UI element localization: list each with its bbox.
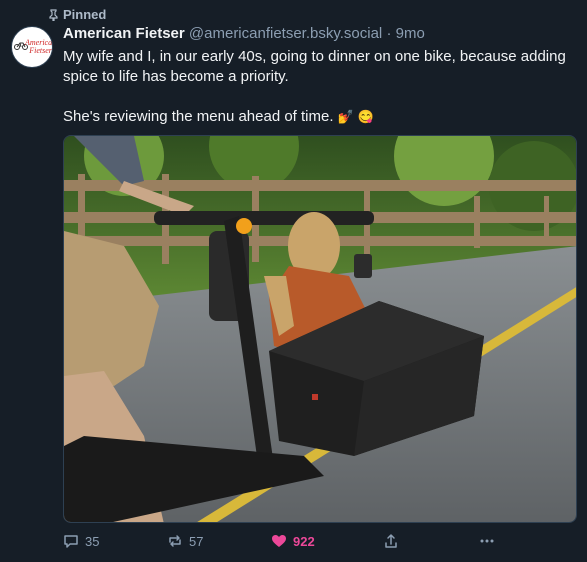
more-options-button[interactable]: [479, 533, 501, 549]
heart-icon: [272, 535, 286, 547]
nail-polish-emoji: 💅: [337, 109, 354, 124]
share-icon: [385, 534, 397, 548]
pinned-indicator: Pinned: [48, 7, 106, 22]
reply-count: 35: [85, 533, 100, 549]
post-actions: 35 57 922: [63, 533, 503, 553]
post-text: My wife and I, in our early 40s, going t…: [63, 47, 573, 127]
post-image[interactable]: [63, 135, 577, 523]
repost-icon: [169, 535, 181, 547]
post-paragraph-text: She's reviewing the menu ahead of time.: [63, 108, 334, 125]
avatar-logo-text: American Fietser: [25, 38, 53, 55]
share-button[interactable]: [383, 533, 405, 549]
reply-icon: [64, 535, 78, 548]
post-paragraph: My wife and I, in our early 40s, going t…: [63, 48, 566, 85]
post-paragraph: She's reviewing the menu ahead of time. 💅…: [63, 107, 573, 127]
reply-button[interactable]: 35: [63, 533, 99, 549]
yum-face-emoji: 😋: [357, 109, 374, 124]
photo-cargo-bike: [64, 136, 576, 522]
author-display-name[interactable]: American Fietser: [63, 25, 185, 42]
avatar[interactable]: American Fietser: [11, 26, 53, 68]
pin-icon: [49, 8, 58, 21]
repost-count: 57: [189, 533, 204, 549]
repost-button[interactable]: 57: [167, 533, 203, 549]
ellipsis-icon: [480, 539, 494, 543]
like-count: 922: [293, 533, 315, 549]
post-header: American Fietser @americanfietser.bsky.s…: [63, 25, 425, 42]
author-handle[interactable]: @americanfietser.bsky.social: [189, 25, 382, 42]
post-timestamp[interactable]: 9mo: [396, 25, 425, 42]
like-button[interactable]: 922: [271, 533, 315, 549]
separator-dot: ·: [386, 25, 392, 42]
post-card[interactable]: Pinned American Fietser American Fietser…: [0, 0, 587, 562]
pinned-label: Pinned: [63, 7, 107, 22]
